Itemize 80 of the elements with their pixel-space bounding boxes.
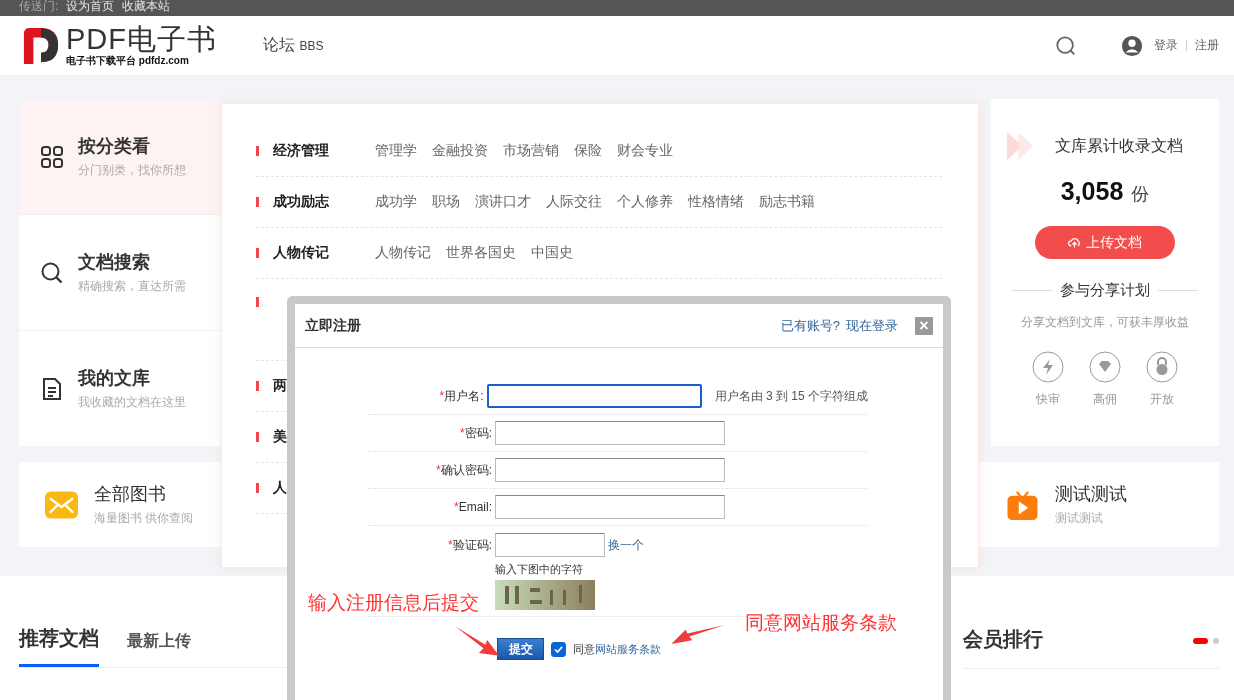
count-unit: 份 [1131,183,1150,206]
document-icon [40,376,64,401]
category-link[interactable]: 性格情绪 [688,193,744,211]
category-link[interactable]: 金融投资 [432,142,488,160]
menu-item[interactable]: 我的文库 我收藏的文档在这里 [19,331,221,446]
category-link[interactable]: 励志书籍 [759,193,815,211]
search-icon[interactable] [1055,34,1077,57]
ranking-title: 会员排行 [963,627,1043,652]
logo-icon [22,25,60,66]
captcha-instruction: 输入下图中的字符 [495,562,584,577]
doc-tab[interactable]: 推荐文档 [19,625,99,667]
envelope-icon [45,489,78,520]
pager-dot[interactable] [1213,638,1219,644]
books-card[interactable]: 全部图书 海量图书 供你查阅 [19,462,221,547]
register-link[interactable]: 注册 [1195,37,1219,54]
field-label: *密码: [459,424,492,442]
video-card[interactable]: 测试测试 测试测试 [979,462,1219,547]
tv-icon [1006,489,1039,520]
category-link[interactable]: 管理学 [375,142,417,160]
category-link[interactable]: 财会专业 [617,142,673,160]
user-icon[interactable] [1121,34,1143,57]
logo-title: PDF电子书 [66,25,217,54]
dialog-title: 立即注册 [305,316,362,335]
field-label: *Email: [453,500,492,514]
plan-title: 参与分享计划 [1060,281,1150,300]
input-field[interactable] [495,458,725,482]
agree-label: 同意 [573,641,595,657]
captcha-field[interactable] [495,533,605,557]
terms-link[interactable]: 网站服务条款 [595,641,661,657]
annotation-text: 输入注册信息后提交 [308,591,479,615]
annotation-text: 同意网站服务条款 [745,611,897,635]
document-count: 3,058 [1060,177,1124,206]
grid-icon [40,144,64,169]
card-subtitle: 海量图书 供你查阅 [94,510,194,527]
field-label: *确认密码: [435,461,492,479]
feature-label: 开放 [1150,391,1174,408]
category-name[interactable]: 经济管理 [273,142,375,160]
upload-icon [1068,236,1081,249]
category-link[interactable]: 中国史 [531,244,573,262]
doc-tab[interactable]: 最新上传 [127,631,191,667]
category-link[interactable]: 世界各国史 [446,244,516,262]
input-field[interactable] [486,384,702,408]
card-subtitle: 测试测试 [1055,510,1104,527]
field-hint: 用户名由 3 到 15 个字符组成 [714,387,868,405]
feature-label: 高佣 [1093,391,1117,408]
category-link[interactable]: 职场 [432,193,460,211]
input-field[interactable] [495,495,725,519]
category-link[interactable]: 成功学 [375,193,417,211]
category-link[interactable]: 个人修养 [617,193,673,211]
menu-item[interactable]: 按分类看 分门别类，找你所想 [19,99,221,215]
input-field[interactable] [495,421,725,445]
card-title: 测试测试 [1055,483,1127,506]
plan-description: 分享文档到文库，可获丰厚收益 [1021,314,1189,331]
login-link[interactable]: 登录 [1154,37,1178,54]
feature-label: 快审 [1036,391,1060,408]
category-link[interactable]: 保险 [574,142,602,160]
category-name[interactable]: 人物传记 [273,244,375,262]
category-link[interactable]: 演讲口才 [475,193,531,211]
top-link[interactable]: 收藏本站 [122,0,171,12]
submit-button[interactable]: 提交 [497,638,544,660]
agree-checkbox[interactable] [551,641,566,657]
category-link[interactable]: 人际交往 [546,193,602,211]
upload-button[interactable]: 上传文档 [1035,226,1175,259]
refresh-link[interactable]: 换一个 [608,536,644,554]
card-title: 全部图书 [94,483,167,506]
login-link[interactable]: 现在登录 [846,316,898,335]
search-icon [40,260,64,285]
lightning-icon [1032,351,1064,383]
nav-link[interactable]: 论坛 BBS [263,35,324,56]
category-link[interactable]: 市场营销 [503,142,559,160]
lock-icon [1146,351,1178,383]
top-link[interactable]: 设为首页 [66,0,115,12]
category-link[interactable]: 人物传记 [375,244,431,262]
field-label: *用户名: [438,387,484,405]
category-name[interactable]: 成功励志 [273,193,375,211]
logo-subtitle: 电子书下载平台 pdfdz.com [66,56,190,66]
login-prompt: 已有账号? [780,316,840,335]
stats-title: 文库累计收录文档 [1055,136,1183,156]
field-label: *验证码: [447,537,492,554]
portal-label: 传送门: [19,0,59,12]
